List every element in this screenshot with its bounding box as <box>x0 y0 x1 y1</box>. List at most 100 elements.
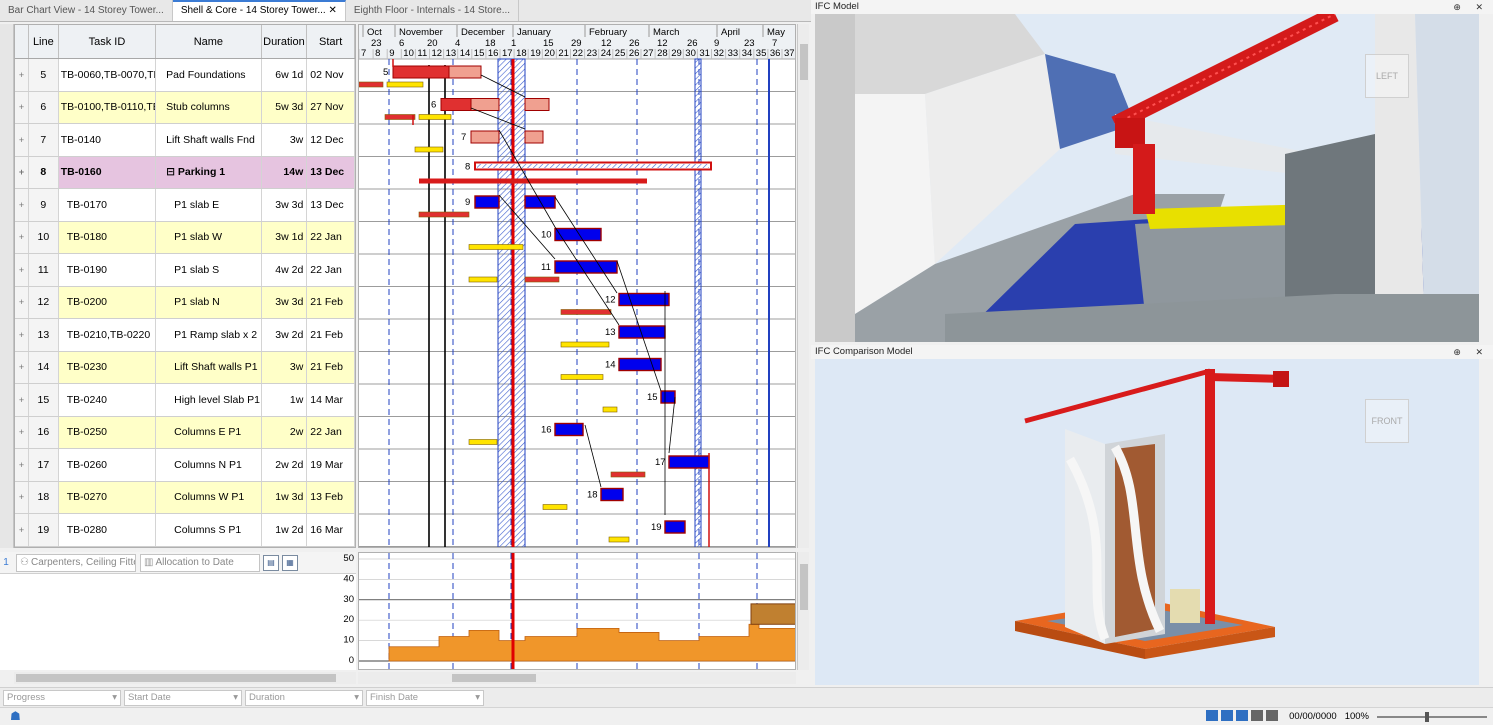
start-cell[interactable]: 21 Feb <box>307 319 355 351</box>
duration-cell[interactable]: 3w 2d <box>262 319 308 351</box>
task-id-cell[interactable]: TB-0060,TB-0070,TB <box>59 59 157 91</box>
table-row[interactable]: +5 TB-0060,TB-0070,TB Pad Foundations 6w 1d… <box>15 59 355 92</box>
histogram-vertical-scrollbar[interactable] <box>797 552 809 670</box>
expand-toggle[interactable]: + <box>15 514 29 546</box>
expand-toggle[interactable]: + <box>15 286 29 318</box>
expand-toggle[interactable]: + <box>15 384 29 416</box>
task-id-cell[interactable]: TB-0100,TB-0110,TB <box>59 91 157 123</box>
view-mode-icons[interactable] <box>1206 709 1281 724</box>
task-id-cell[interactable]: TB-0240 <box>59 384 157 416</box>
start-cell[interactable]: 22 Jan <box>307 221 355 253</box>
table-row[interactable]: +6 TB-0100,TB-0110,TB Stub columns 5w 3d 27 … <box>15 91 355 124</box>
name-cell[interactable]: P1 Ramp slab x 2 <box>156 319 262 351</box>
duration-cell[interactable]: 3w 3d <box>262 286 308 318</box>
duration-filter[interactable]: Duration ▾ <box>245 689 363 706</box>
expand-toggle[interactable]: + <box>15 189 29 221</box>
view-cube-front[interactable]: FRONT <box>1365 399 1409 443</box>
pane-pin-close-buttons[interactable]: ⊕ ✕ <box>1453 0 1489 14</box>
ifc-comparison-viewport[interactable]: FRONT <box>815 359 1479 685</box>
progress-filter[interactable]: Progress ▾ <box>3 689 121 706</box>
chart-horizontal-scrollbar[interactable] <box>358 672 796 684</box>
start-cell[interactable]: 13 Feb <box>307 481 355 513</box>
name-cell[interactable]: Columns S P1 <box>156 514 262 546</box>
start-column-header[interactable]: Start <box>307 25 355 58</box>
close-icon[interactable]: ✕ <box>328 5 336 16</box>
scroll-thumb[interactable] <box>16 674 336 682</box>
histogram-view-icon[interactable] <box>1251 709 1264 721</box>
name-column-header[interactable]: Name <box>156 25 262 58</box>
name-cell[interactable]: Columns W P1 <box>156 481 262 513</box>
table-row[interactable]: +12 TB-0200 P1 slab N 3w 3d 21 Feb <box>15 286 355 319</box>
expand-toggle[interactable]: + <box>15 254 29 286</box>
histogram-mode-select[interactable]: ▥ Allocation to Date <box>140 553 260 572</box>
chart-view-icon[interactable] <box>1221 709 1234 721</box>
expand-toggle[interactable]: + <box>15 416 29 448</box>
combined-view-icon[interactable] <box>1236 709 1249 721</box>
expand-toggle[interactable]: + <box>15 156 29 188</box>
name-cell[interactable]: P1 slab N <box>156 286 262 318</box>
name-cell[interactable]: P1 slab W <box>156 221 262 253</box>
pane-pin-close-buttons[interactable]: ⊕ ✕ <box>1453 345 1489 359</box>
task-id-cell[interactable]: TB-0160 <box>59 156 157 188</box>
name-cell[interactable]: High level Slab P1 <box>156 384 262 416</box>
line-column-header[interactable]: Line <box>29 25 59 58</box>
start-cell[interactable]: 13 Dec <box>307 156 355 188</box>
table-row[interactable]: +19 TB-0280 Columns S P1 1w 2d 16 Mar <box>15 514 355 547</box>
name-cell[interactable]: P1 slab S <box>156 254 262 286</box>
resource-select[interactable]: ⚇ Carpenters, Ceiling Fitte <box>16 553 136 572</box>
table-row[interactable]: +10 TB-0180 P1 slab W 3w 1d 22 Jan <box>15 221 355 254</box>
finish-date-filter[interactable]: Finish Date ▾ <box>366 689 484 706</box>
tab-eighth-floor[interactable]: Eighth Floor - Internals - 14 Store... <box>346 0 520 21</box>
duration-cell[interactable]: 2w <box>262 416 308 448</box>
name-cell[interactable]: ⊟ Parking 1 <box>156 156 262 188</box>
gantt-chart[interactable]: Oct November December January February March A… <box>358 24 796 548</box>
start-cell[interactable]: 27 Nov <box>307 91 355 123</box>
expand-toggle[interactable]: + <box>15 449 29 481</box>
duration-cell[interactable]: 3w <box>262 124 308 156</box>
start-cell[interactable]: 14 Mar <box>307 384 355 416</box>
start-cell[interactable]: 16 Mar <box>307 514 355 546</box>
row-selector-strip[interactable] <box>0 24 14 548</box>
start-date-filter[interactable]: Start Date ▾ <box>124 689 242 706</box>
task-id-cell[interactable]: TB-0170 <box>59 189 157 221</box>
user-icon[interactable]: ☗ <box>10 709 21 723</box>
grid-horizontal-scrollbar[interactable] <box>14 672 356 684</box>
start-cell[interactable]: 22 Jan <box>307 416 355 448</box>
duration-cell[interactable]: 1w <box>262 384 308 416</box>
expand-toggle[interactable]: + <box>15 124 29 156</box>
task-id-cell[interactable]: TB-0190 <box>59 254 157 286</box>
table-row[interactable]: +18 TB-0270 Columns W P1 1w 3d 13 Feb <box>15 481 355 514</box>
duration-cell[interactable]: 3w 3d <box>262 189 308 221</box>
duration-cell[interactable]: 4w 2d <box>262 254 308 286</box>
table-row[interactable]: +16 TB-0250 Columns E P1 2w 22 Jan <box>15 416 355 449</box>
expand-toggle[interactable]: + <box>15 59 29 91</box>
name-cell[interactable]: Columns E P1 <box>156 416 262 448</box>
name-cell[interactable]: P1 slab E <box>156 189 262 221</box>
table-row[interactable]: +7 TB-0140 Lift Shaft walls Fnd 3w 12 Dec <box>15 124 355 157</box>
table-row[interactable]: +17 TB-0260 Columns N P1 2w 2d 19 Mar <box>15 449 355 482</box>
table-row[interactable]: +8 TB-0160 ⊟ Parking 1 14w 13 Dec <box>15 156 355 189</box>
expand-toggle[interactable]: + <box>15 351 29 383</box>
duration-cell[interactable]: 1w 2d <box>262 514 308 546</box>
duration-cell[interactable]: 14w <box>262 156 308 188</box>
duration-cell[interactable]: 5w 3d <box>262 91 308 123</box>
scroll-thumb[interactable] <box>800 564 808 610</box>
view-cube-left[interactable]: LEFT <box>1365 54 1409 98</box>
task-id-cell[interactable]: TB-0280 <box>59 514 157 546</box>
name-cell[interactable]: Lift Shaft walls Fnd <box>156 124 262 156</box>
task-id-cell[interactable]: TB-0180 <box>59 221 157 253</box>
task-id-cell[interactable]: TB-0260 <box>59 449 157 481</box>
name-cell[interactable]: Pad Foundations <box>156 59 262 91</box>
scroll-thumb[interactable] <box>800 44 808 80</box>
task-id-cell[interactable]: TB-0270 <box>59 481 157 513</box>
table-row[interactable]: +15 TB-0240 High level Slab P1 1w 14 Mar <box>15 384 355 417</box>
tab-shell-core[interactable]: Shell & Core - 14 Storey Tower... ✕ <box>172 0 346 21</box>
task-id-cell[interactable]: TB-0210,TB-0220 <box>59 319 157 351</box>
start-cell[interactable]: 21 Feb <box>307 351 355 383</box>
expand-toggle[interactable]: + <box>15 319 29 351</box>
task-id-cell[interactable]: TB-0250 <box>59 416 157 448</box>
expand-toggle[interactable]: + <box>15 91 29 123</box>
name-cell[interactable]: Lift Shaft walls P1 <box>156 351 262 383</box>
duration-cell[interactable]: 3w <box>262 351 308 383</box>
task-id-column-header[interactable]: Task ID <box>59 25 157 58</box>
